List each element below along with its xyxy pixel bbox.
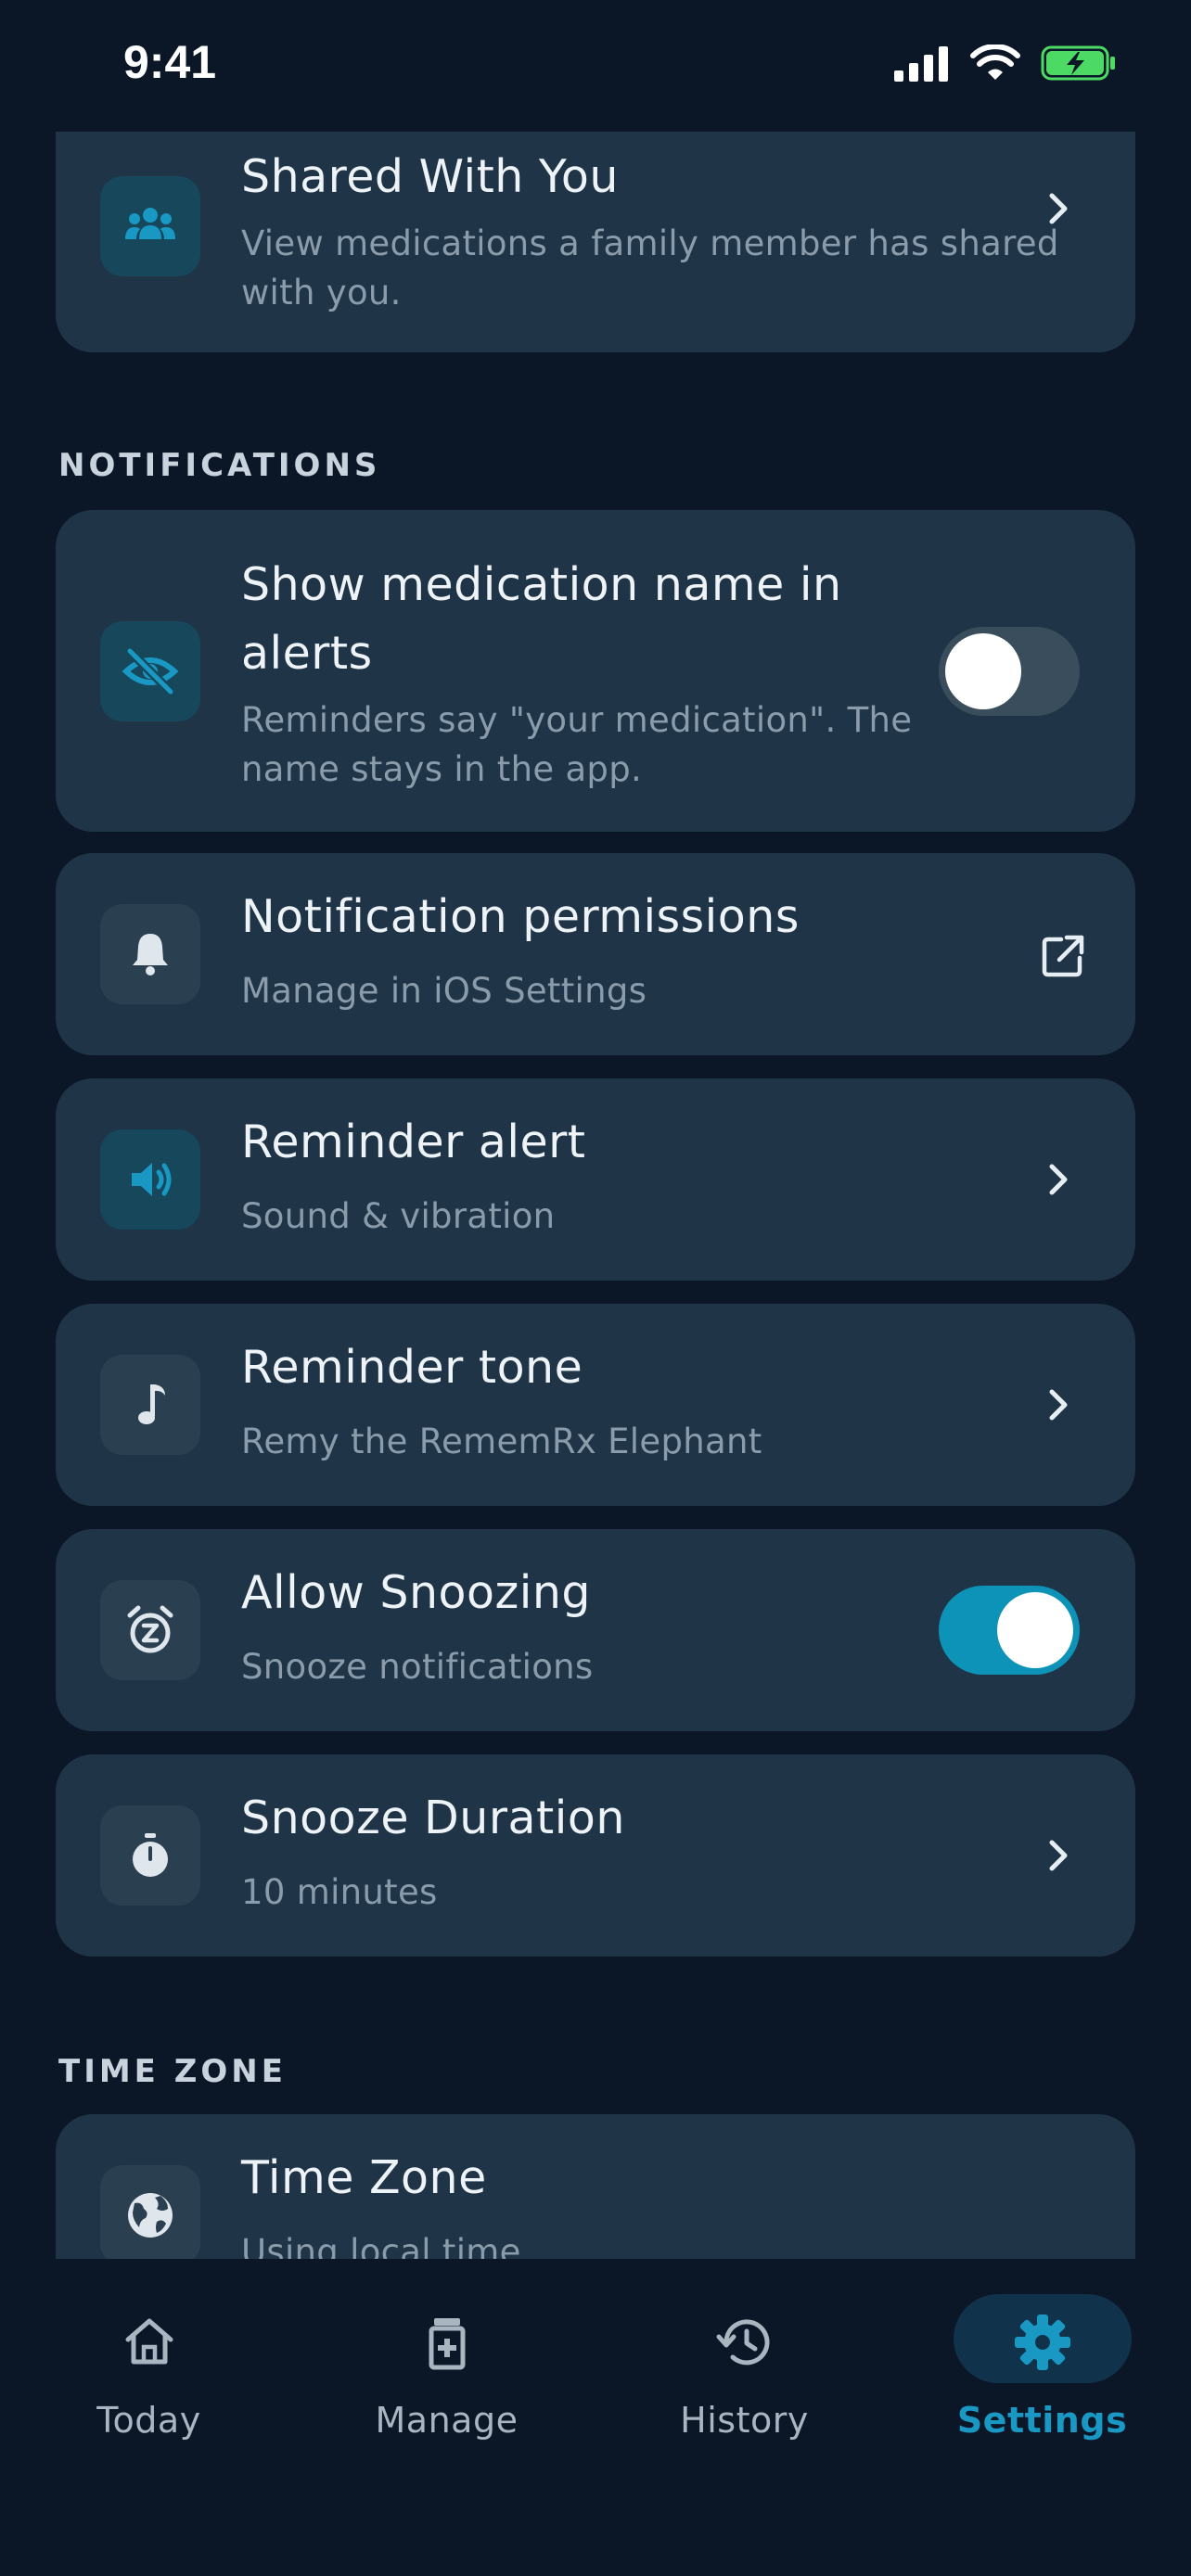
show-name-subtitle-line1: Reminders say "your medication". The	[241, 700, 913, 740]
tab-today[interactable]: Today	[0, 2259, 298, 2444]
people-icon-box	[100, 176, 200, 276]
tab-settings-label: Settings	[956, 2400, 1128, 2441]
status-icons	[894, 45, 1117, 82]
allow-snoozing-title: Allow Snoozing	[241, 1566, 591, 1619]
toggle-knob	[997, 1592, 1073, 1668]
medication-bottle-icon	[414, 2309, 480, 2376]
tab-manage-label: Manage	[375, 2400, 519, 2441]
reminder-tone-subtitle: Remy the RememRx Elephant	[241, 1422, 762, 1461]
reminder-alert-subtitle: Sound & vibration	[241, 1196, 556, 1236]
show-medication-name-row: Show medication name in alerts Reminders…	[56, 510, 1135, 832]
alarm-snooze-icon	[127, 1605, 173, 1653]
chevron-right-icon	[1049, 193, 1068, 224]
permissions-subtitle: Manage in iOS Settings	[241, 971, 647, 1011]
shared-title: Shared With You	[241, 150, 619, 203]
reminder-tone-title: Reminder tone	[241, 1341, 583, 1394]
tab-history-label: History	[680, 2400, 809, 2441]
allow-snoozing-row: Allow Snoozing Snooze notifications	[56, 1529, 1135, 1731]
snooze-duration-title: Snooze Duration	[241, 1792, 625, 1844]
chevron-right-icon	[1049, 1164, 1068, 1195]
reminder-alert-row[interactable]: Reminder alert Sound & vibration	[56, 1078, 1135, 1281]
time-zone-subtitle: Using local time	[241, 2232, 521, 2259]
battery-icon	[1041, 45, 1115, 81]
gear-icon	[1009, 2309, 1076, 2376]
external-link-icon	[1042, 935, 1084, 977]
allow-snoozing-subtitle: Snooze notifications	[241, 1647, 594, 1687]
snooze-duration-row[interactable]: Snooze Duration 10 minutes	[56, 1754, 1135, 1957]
music-note-icon	[138, 1384, 165, 1424]
wifi-icon	[970, 45, 1020, 80]
eye-off-icon-box	[100, 621, 200, 721]
show-name-title-line2: alerts	[241, 627, 373, 680]
signal-icon	[894, 46, 948, 82]
tab-today-label: Today	[96, 2400, 201, 2441]
permissions-title: Notification permissions	[241, 890, 800, 943]
bell-icon-box	[100, 904, 200, 1004]
speaker-icon	[132, 1163, 172, 1196]
show-name-subtitle-line2: name stays in the app.	[241, 749, 643, 789]
music-note-icon-box	[100, 1355, 200, 1455]
settings-scroll-area[interactable]: Shared With You View medications a famil…	[0, 132, 1191, 2259]
shared-subtitle-line2: with you.	[241, 273, 402, 312]
section-notifications: NOTIFICATIONS	[58, 447, 381, 484]
stopwatch-icon-box	[100, 1805, 200, 1906]
speaker-icon-box	[100, 1129, 200, 1230]
shared-with-you-row[interactable]: Shared With You View medications a famil…	[56, 132, 1135, 352]
globe-icon	[128, 2193, 173, 2238]
people-icon	[125, 208, 175, 239]
tab-manage[interactable]: Manage	[298, 2259, 596, 2444]
home-icon	[116, 2309, 183, 2376]
section-time-zone: TIME ZONE	[58, 2053, 287, 2090]
show-name-title-line1: Show medication name in	[241, 558, 842, 611]
reminder-tone-row[interactable]: Reminder tone Remy the RememRx Elephant	[56, 1304, 1135, 1506]
reminder-alert-title: Reminder alert	[241, 1116, 586, 1168]
status-time: 9:41	[123, 36, 217, 88]
tab-bar: Today Manage History Settings	[0, 2259, 1191, 2576]
tab-settings[interactable]: Settings	[893, 2259, 1191, 2444]
time-zone-row[interactable]: Time Zone Using local time	[56, 2114, 1135, 2259]
notification-permissions-row[interactable]: Notification permissions Manage in iOS S…	[56, 853, 1135, 1055]
time-zone-title: Time Zone	[241, 2151, 487, 2204]
stopwatch-icon	[133, 1833, 168, 1877]
chevron-right-icon	[1049, 1840, 1068, 1871]
alarm-snooze-icon-box	[100, 1580, 200, 1680]
snooze-duration-subtitle: 10 minutes	[241, 1872, 438, 1912]
toggle-knob	[945, 633, 1021, 709]
shared-subtitle-line1: View medications a family member has sha…	[241, 223, 1059, 263]
chevron-right-icon	[1049, 1389, 1068, 1421]
settings-screen: 9:41 Shared With You View medications a …	[0, 0, 1191, 2576]
tab-history[interactable]: History	[596, 2259, 893, 2444]
show-name-toggle[interactable]	[939, 627, 1080, 716]
globe-icon-box	[100, 2165, 200, 2259]
history-icon	[711, 2309, 778, 2376]
status-bar: 9:41	[0, 0, 1191, 132]
eye-off-icon	[122, 647, 179, 695]
allow-snoozing-toggle[interactable]	[939, 1586, 1080, 1675]
bell-icon	[133, 934, 168, 976]
